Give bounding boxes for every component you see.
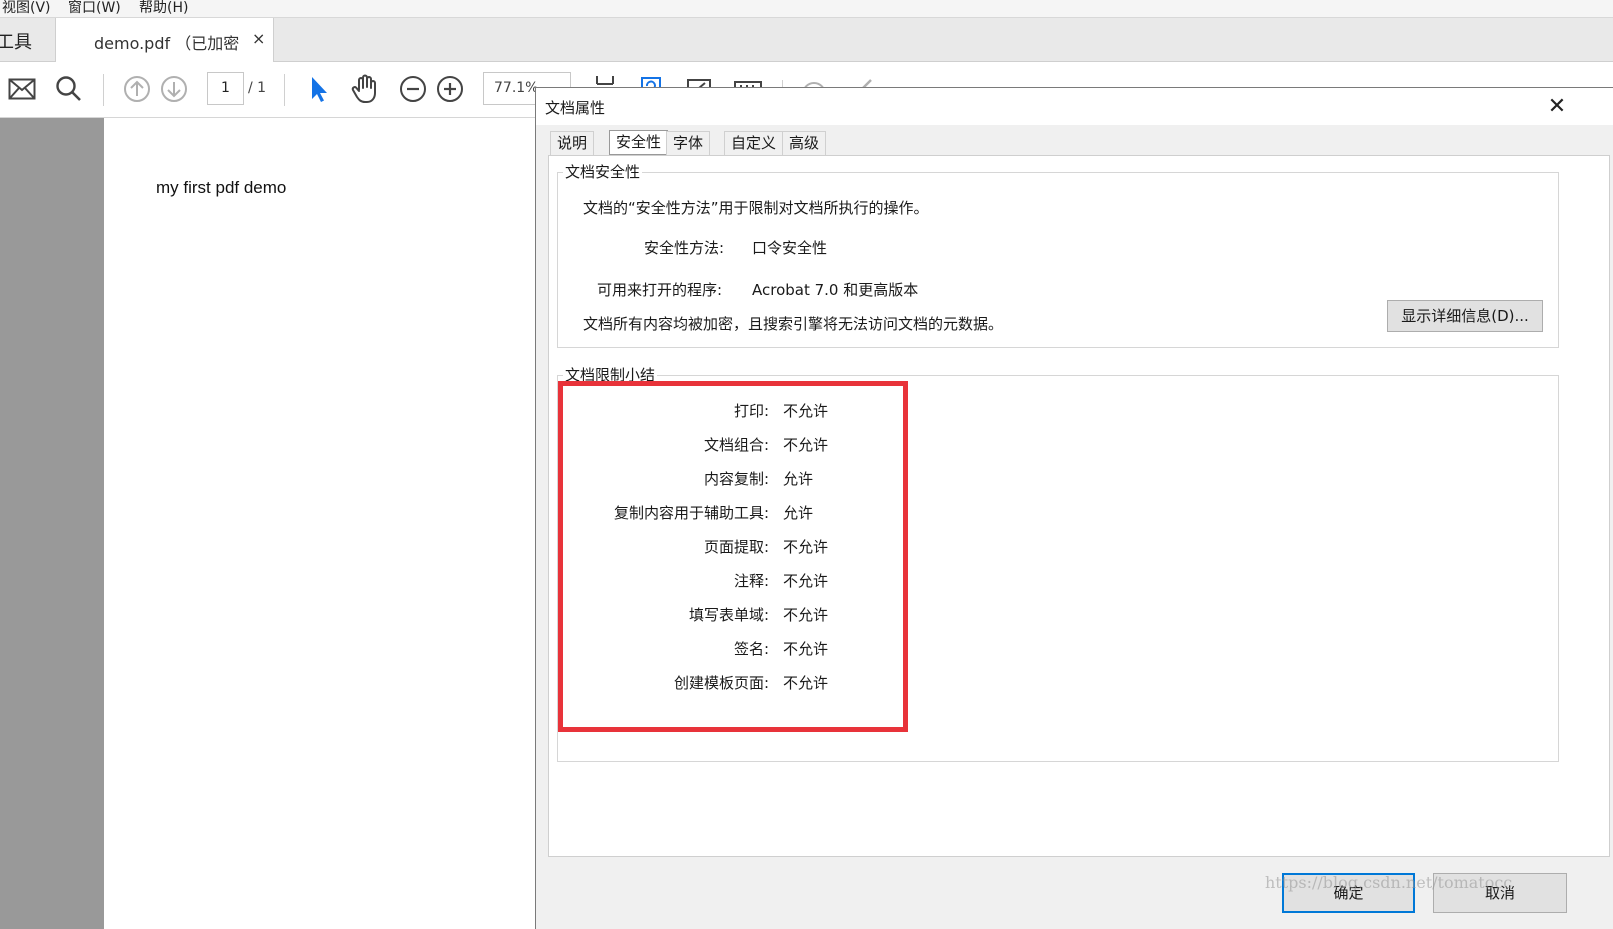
tab-close-icon[interactable]: × (252, 29, 265, 48)
menu-help[interactable]: 帮助(H) (139, 0, 188, 17)
toolbar-divider (103, 74, 104, 106)
document-security-title: 文档安全性 (563, 161, 643, 182)
page-total: / 1 (248, 80, 267, 96)
encryption-note: 文档所有内容均被加密，且搜索引擎将无法访问文档的元数据。 (583, 315, 1004, 333)
dialog-title-bar[interactable]: 文档属性 ✕ (536, 88, 1613, 125)
tab-document-label: demo.pdf （已加密 (94, 34, 240, 53)
menu-window[interactable]: 窗口(W) (68, 0, 121, 17)
show-details-button[interactable]: 显示详细信息(D)... (1387, 300, 1543, 332)
tab-document[interactable]: demo.pdf （已加密 × (56, 18, 274, 63)
left-panel (0, 118, 104, 929)
tab-security[interactable]: 安全性 (609, 130, 669, 155)
menu-view[interactable]: 视图(V) (2, 0, 51, 17)
dialog-title: 文档属性 (545, 99, 606, 117)
document-page[interactable]: my first pdf demo (104, 118, 536, 929)
tab-custom[interactable]: 自定义 (724, 131, 784, 155)
search-icon[interactable] (52, 72, 86, 106)
security-method-value: 口令安全性 (752, 239, 828, 257)
tab-advanced[interactable]: 高级 (782, 131, 827, 155)
security-method-label: 安全性方法: (644, 239, 725, 257)
compatibility-value: Acrobat 7.0 和更高版本 (752, 281, 919, 299)
tab-tools[interactable]: 工具 (0, 18, 56, 62)
dialog-close-icon[interactable]: ✕ (1542, 92, 1572, 122)
email-icon[interactable] (5, 72, 39, 106)
zoom-out-icon[interactable] (396, 72, 430, 106)
tab-fonts[interactable]: 字体 (666, 131, 711, 155)
zoom-in-icon[interactable] (433, 72, 467, 106)
tab-description[interactable]: 说明 (550, 131, 595, 155)
compatibility-label: 可用来打开的程序: (597, 281, 723, 299)
tab-strip: 工具 demo.pdf （已加密 × (0, 18, 1613, 63)
security-intro-text: 文档的“安全性方法”用于限制对文档所执行的操作。 (583, 199, 929, 217)
document-text: my first pdf demo (156, 178, 287, 197)
select-tool-icon[interactable] (301, 72, 335, 106)
watermark-text: https://blog.csdn.net/tomatocc (1265, 873, 1513, 892)
tab-tools-label: 工具 (0, 32, 32, 53)
next-page-icon[interactable] (157, 72, 191, 106)
highlight-annotation-box (558, 381, 908, 732)
toolbar-divider (284, 74, 285, 106)
menu-bar: 视图(V) 窗口(W) 帮助(H) (0, 0, 1613, 18)
hand-tool-icon[interactable] (348, 72, 382, 106)
page-number-input[interactable]: 1 (207, 72, 244, 105)
previous-page-icon[interactable] (120, 72, 154, 106)
